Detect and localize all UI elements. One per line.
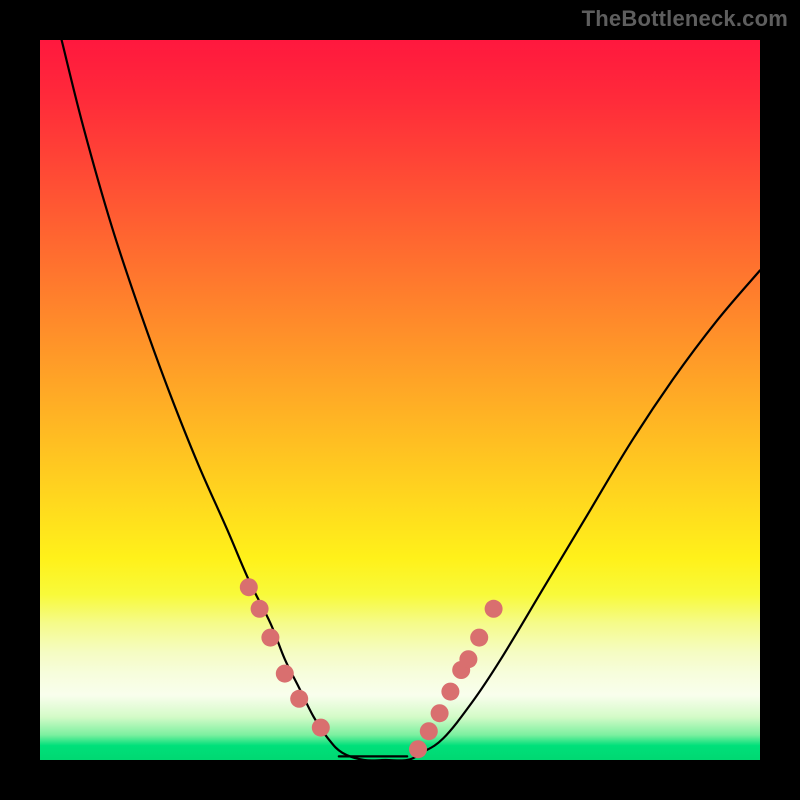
curve-svg xyxy=(40,40,760,760)
data-marker xyxy=(420,722,438,740)
marker-group xyxy=(240,578,503,758)
data-marker xyxy=(459,650,477,668)
data-marker xyxy=(290,690,308,708)
plot-area xyxy=(40,40,760,760)
data-marker xyxy=(240,578,258,596)
data-marker xyxy=(261,629,279,647)
data-marker xyxy=(276,665,294,683)
watermark-text: TheBottleneck.com xyxy=(582,6,788,32)
data-marker xyxy=(431,704,449,722)
data-marker xyxy=(409,740,427,758)
data-marker xyxy=(441,683,459,701)
data-marker xyxy=(312,719,330,737)
chart-frame: TheBottleneck.com xyxy=(0,0,800,800)
bottleneck-curve xyxy=(62,40,760,760)
data-marker xyxy=(470,629,488,647)
data-marker xyxy=(251,600,269,618)
data-marker xyxy=(485,600,503,618)
